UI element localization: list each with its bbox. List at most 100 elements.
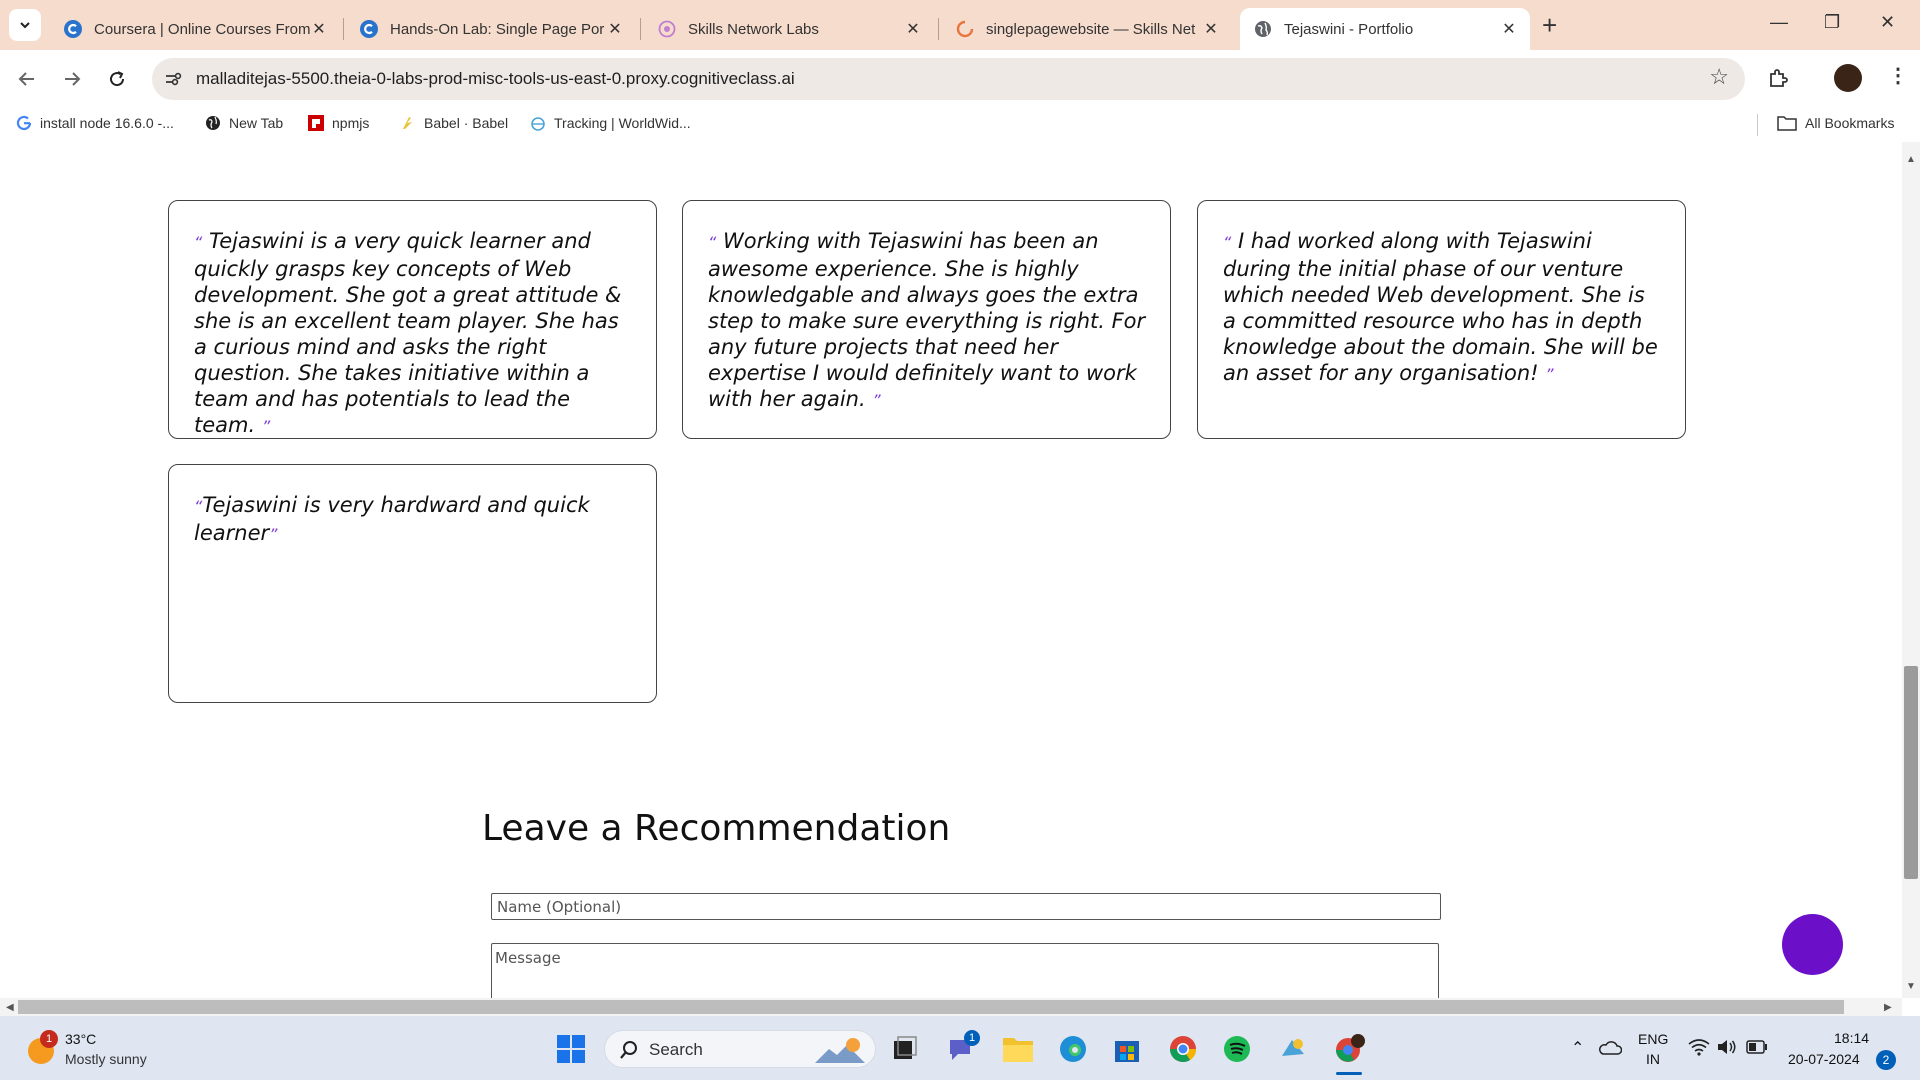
tab-strip: Coursera | Online Courses From ✕ Hands-O…	[0, 0, 1920, 50]
close-quote: ”	[261, 417, 271, 436]
scroll-left-icon[interactable]: ◀	[6, 1002, 14, 1013]
bookmark-star-icon[interactable]: ☆	[1709, 64, 1729, 90]
close-icon[interactable]: ✕	[1202, 19, 1220, 39]
wifi-icon[interactable]	[1688, 1038, 1718, 1068]
tab-title: singlepagewebsite — Skills Net	[986, 20, 1196, 38]
tab-title: Coursera | Online Courses From	[94, 20, 310, 38]
forward-button[interactable]	[55, 62, 89, 96]
bookmark-new-tab[interactable]: New Tab	[205, 115, 283, 131]
vertical-scroll-thumb[interactable]	[1904, 666, 1918, 879]
close-icon[interactable]: ✕	[1500, 19, 1518, 39]
weather-description: Mostly sunny	[65, 1051, 147, 1067]
chevron-down-icon	[20, 22, 30, 29]
edge-icon[interactable]	[1058, 1034, 1088, 1064]
volume-icon[interactable]	[1716, 1038, 1746, 1068]
tab-search-button[interactable]	[9, 9, 41, 41]
horizontal-scroll-thumb[interactable]	[18, 1000, 1844, 1014]
tab-divider	[640, 18, 641, 40]
language-region: IN	[1646, 1051, 1660, 1067]
tab-divider	[343, 18, 344, 40]
spotify-icon[interactable]	[1222, 1034, 1252, 1064]
globe-icon	[1254, 20, 1272, 38]
close-icon[interactable]: ✕	[310, 19, 328, 39]
weather-temperature: 33°C	[65, 1031, 97, 1047]
language-indicator[interactable]: ENG	[1638, 1031, 1668, 1047]
chevron-up-icon[interactable]: ⌃	[1571, 1038, 1584, 1058]
new-tab-button[interactable]: +	[1542, 12, 1557, 38]
bookmark-tracking[interactable]: Tracking | WorldWid...	[530, 115, 691, 131]
bookmark-label: npmjs	[332, 115, 370, 131]
battery-icon[interactable]	[1746, 1040, 1776, 1070]
active-app-indicator	[1336, 1072, 1362, 1075]
file-explorer-icon[interactable]	[1002, 1034, 1033, 1064]
arrow-left-icon	[18, 72, 34, 86]
clock-date[interactable]: 20-07-2024	[1788, 1051, 1860, 1067]
scroll-right-icon[interactable]: ▶	[1884, 1002, 1892, 1013]
restore-button[interactable]: ❐	[1824, 12, 1840, 33]
recommendation-text: Tejaswini is a very quick learner and qu…	[194, 229, 622, 437]
bookmark-label: install node 16.6.0 -...	[40, 115, 174, 131]
more-options-button[interactable]: ⋮	[1888, 66, 1908, 86]
close-quote: ”	[872, 391, 881, 410]
close-quote: ”	[269, 525, 278, 544]
search-highlight-icon	[813, 1035, 867, 1070]
page-title: Leave a Recommendation	[482, 808, 951, 849]
windows-start-icon[interactable]	[556, 1034, 586, 1064]
npm-icon	[308, 115, 324, 131]
bookmark-install-node[interactable]: install node 16.6.0 -...	[16, 115, 174, 131]
browser-toolbar: malladitejas-5500.theia-0-labs-prod-misc…	[0, 50, 1920, 108]
name-input[interactable]	[491, 893, 1441, 920]
tab-skills-network-labs[interactable]: Skills Network Labs ✕	[644, 8, 934, 50]
search-label: Search	[649, 1040, 703, 1059]
tab-coursera[interactable]: Coursera | Online Courses From ✕	[50, 8, 340, 50]
google-icon	[16, 115, 32, 131]
recommendation-text: I had worked along with Tejaswini during…	[1223, 229, 1658, 385]
arrow-right-icon	[65, 72, 81, 86]
back-button[interactable]	[10, 62, 44, 96]
recommendation-text: Tejaswini is very hardward and quick lea…	[194, 493, 590, 545]
tab-singlepagewebsite[interactable]: singlepagewebsite — Skills Net ✕	[942, 8, 1232, 50]
extensions-icon[interactable]	[1766, 66, 1790, 95]
bookmarks-bar: install node 16.6.0 -... New Tab npmjs B…	[0, 108, 1920, 142]
message-input[interactable]	[491, 943, 1439, 998]
task-view-icon[interactable]	[890, 1034, 920, 1064]
tab-title: Skills Network Labs	[688, 20, 819, 38]
close-icon[interactable]: ✕	[606, 19, 624, 39]
tab-hands-on-lab[interactable]: Hands-On Lab: Single Page Por ✕	[346, 8, 636, 50]
address-bar[interactable]: malladitejas-5500.theia-0-labs-prod-misc…	[152, 58, 1745, 100]
skills-network-icon	[658, 20, 676, 38]
chrome-profile-icon[interactable]	[1334, 1034, 1365, 1064]
scroll-up-icon[interactable]: ▲	[1906, 154, 1916, 165]
reload-button[interactable]	[100, 62, 134, 96]
microsoft-store-icon[interactable]	[1112, 1034, 1142, 1064]
url-text: malladitejas-5500.theia-0-labs-prod-misc…	[196, 69, 795, 88]
tab-title: Tejaswini - Portfolio	[1284, 20, 1414, 38]
chrome-icon[interactable]	[1168, 1034, 1198, 1064]
floating-action-button[interactable]	[1782, 914, 1843, 975]
notification-badge[interactable]: 2	[1876, 1050, 1896, 1070]
close-icon[interactable]: ✕	[904, 19, 922, 39]
loading-icon	[956, 20, 974, 38]
tab-divider	[938, 18, 939, 40]
close-quote: ”	[1545, 365, 1554, 384]
bookmark-npmjs[interactable]: npmjs	[308, 115, 369, 131]
recommendation-card: “Tejaswini is very hardward and quick le…	[168, 464, 657, 703]
scroll-down-icon[interactable]: ▼	[1906, 981, 1916, 992]
tab-portfolio[interactable]: Tejaswini - Portfolio ✕	[1240, 8, 1530, 50]
close-window-button[interactable]: ✕	[1880, 12, 1895, 33]
avatar[interactable]	[1834, 64, 1862, 92]
minimize-button[interactable]: —	[1770, 12, 1788, 33]
clock-time[interactable]: 18:14	[1834, 1030, 1869, 1046]
onedrive-icon[interactable]	[1598, 1038, 1628, 1068]
search-icon	[619, 1040, 639, 1065]
recommendation-text: Working with Tejaswini has been an aweso…	[708, 229, 1146, 411]
bookmark-babel[interactable]: Babel · Babel	[400, 115, 508, 131]
coursera-icon	[360, 20, 378, 38]
taskbar-search[interactable]: Search	[604, 1030, 876, 1068]
all-bookmarks-button[interactable]: All Bookmarks	[1777, 115, 1894, 131]
app-icon[interactable]	[1278, 1034, 1308, 1064]
taskbar: 1 33°C Mostly sunny Search 1 ⌃ ENG IN 18…	[0, 1016, 1920, 1080]
site-settings-icon[interactable]	[162, 68, 184, 90]
coursera-icon	[64, 20, 82, 38]
reload-icon	[110, 71, 125, 87]
